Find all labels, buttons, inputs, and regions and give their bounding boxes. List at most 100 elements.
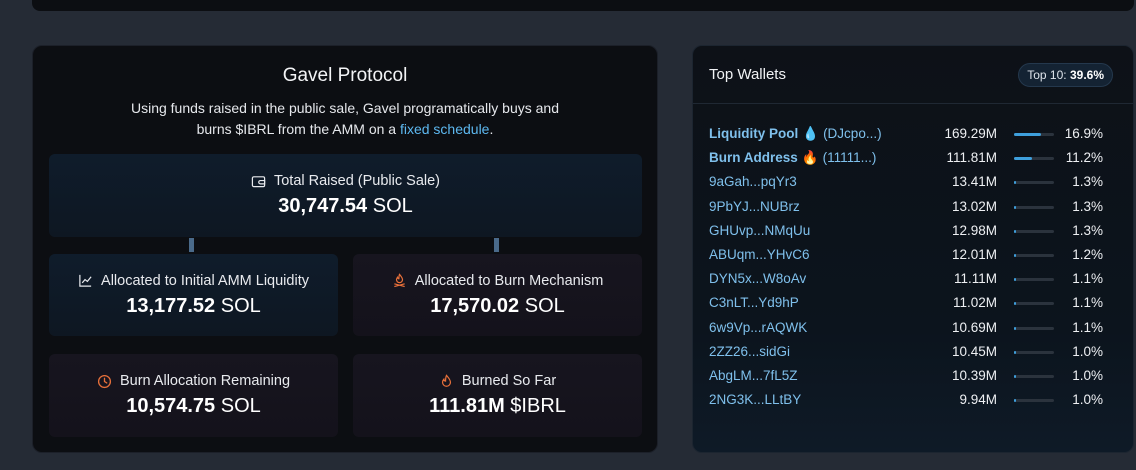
wallet-address-link[interactable]: 2ZZ26...sidGi [709,344,790,359]
amm-liquidity-unit: SOL [220,294,261,317]
amm-liquidity-card: Allocated to Initial AMM Liquidity 13,17… [49,254,338,336]
clock-icon [97,374,112,388]
wallet-row[interactable]: ABUqm...YHvC6 12.01M 1.2% [709,244,1111,268]
gavel-description: Using funds raised in the public sale, G… [113,98,577,140]
wallet-amount: 169.29M [944,126,997,141]
wallet-amount: 13.02M [951,198,997,214]
share-bar-fill [1014,181,1017,185]
burn-remaining-card: Burn Allocation Remaining 10,574.75 SOL [49,354,338,437]
wallet-icon [251,175,266,187]
burned-so-far-label: Burned So Far [461,373,557,389]
total-raised-card: Total Raised (Public Sale) 30,747.54 SOL [49,154,642,237]
burn-mechanism-unit: SOL [524,294,565,317]
share-bar [1014,399,1054,403]
wallet-percent: 11.2% [1065,150,1103,166]
share-bar [1014,326,1054,330]
amm-liquidity-value: 13,177.52 [126,294,216,317]
wallet-address-link[interactable]: C3nLT...Yd9hP [709,295,799,310]
burn-remaining-label: Burn Allocation Remaining [119,373,291,389]
wallet-address-link[interactable]: 6w9Vp...rAQWK [709,320,807,335]
wallet-address-link[interactable]: GHUvp...NMqUu [709,223,810,238]
wallet-name: Liquidity Pool [709,126,799,141]
wallet-amount: 10.45M [951,343,997,359]
wallet-row[interactable]: 9aGah...pqYr3 13.41M 1.3% [709,171,1111,195]
burn-mechanism-value: 17,570.02 [430,294,520,317]
top10-badge-label: Top 10: [1027,68,1067,82]
wallet-row[interactable]: GHUvp...NMqUu 12.98M 1.3% [709,220,1111,244]
droplet-emoji-icon: 💧 [802,126,820,141]
wallet-percent: 1.0% [1072,343,1103,359]
share-bar-fill [1014,253,1016,257]
burn-mechanism-label: Allocated to Burn Mechanism [414,272,604,289]
wallet-percent: 1.3% [1072,198,1103,214]
gavel-title: Gavel Protocol [282,65,408,86]
wallet-address-short: (11111...) [822,150,877,166]
wallet-address-link[interactable]: Burn Address 🔥 (11111...) [709,150,876,166]
total-raised-label: Total Raised (Public Sale) [273,173,441,189]
wallet-address-link[interactable]: 9aGah...pqYr3 [709,174,797,189]
share-bar [1014,181,1054,185]
wallet-percent: 1.2% [1072,246,1103,262]
wallet-row[interactable]: DYN5x...W8oAv 11.11M 1.1% [709,268,1111,292]
wallet-amount: 12.98M [951,222,997,238]
wallet-percent: 1.1% [1072,319,1103,335]
wallet-row[interactable]: 6w9Vp...rAQWK 10.69M 1.1% [709,317,1111,341]
wallet-row[interactable]: 2ZZ26...sidGi 10.45M 1.0% [709,341,1111,365]
share-bar-fill [1014,133,1042,136]
share-bar-fill [1014,350,1016,354]
top10-badge-value: 39.6% [1069,68,1104,82]
wallet-row[interactable]: C3nLT...Yd9hP 11.02M 1.1% [709,292,1111,316]
wallet-address-link[interactable]: Liquidity Pool 💧 (DJcpo...) [709,126,882,142]
wallet-address-link[interactable]: 2NG3K...LLtBY [709,392,801,407]
amm-liquidity-label: Allocated to Initial AMM Liquidity [101,272,309,289]
chart-line-icon [79,274,92,287]
share-bar-fill [1014,399,1016,403]
wallet-address-link[interactable]: DYN5x...W8oAv [709,271,806,286]
flame-icon [441,373,451,387]
share-bar [1014,157,1054,161]
wallet-amount: 10.69M [951,319,997,335]
fire-emoji-icon: 🔥 [801,150,819,166]
top-panel-edge [32,0,1134,11]
share-bar [1014,374,1054,378]
wallet-row[interactable]: 2NG3K...LLtBY 9.94M 1.0% [709,389,1111,413]
share-bar [1014,229,1054,233]
wallet-amount: 10.39M [951,367,997,383]
wallet-amount: 13.41M [951,174,997,190]
wallet-address-link[interactable]: 9PbYJ...NUBrz [709,199,800,214]
wallet-list: Liquidity Pool 💧 (DJcpo...) 169.29M 16.9% Bur… [709,123,1111,413]
fixed-schedule-link[interactable]: fixed schedule [400,121,490,137]
wallet-address-link[interactable]: ABUqm...YHvC6 [709,247,810,262]
total-raised-value: 30,747.54 [278,195,368,217]
share-bar-fill [1014,157,1032,161]
gavel-description-end: . [489,121,494,137]
burned-so-far-unit: $IBRL [510,395,566,417]
share-bar [1014,302,1054,306]
burned-so-far-value: 111.81M [429,395,505,417]
burned-so-far-card: Burned So Far 111.81M $IBRL [353,354,642,437]
wallet-address-link[interactable]: AbgLM...7fL5Z [709,368,798,383]
wallet-address-short: (DJcpo...) [823,126,882,141]
share-bar-fill [1014,326,1016,330]
share-bar-fill [1014,374,1016,378]
share-bar-fill [1014,229,1017,233]
wallet-row[interactable]: AbgLM...7fL5Z 10.39M 1.0% [709,365,1111,389]
top-wallets-panel: Top Wallets Top 10: 39.6% Liquidity Pool… [692,45,1134,453]
share-bar [1014,253,1054,257]
wallet-percent: 1.1% [1072,271,1103,287]
wallet-percent: 16.9% [1064,126,1103,141]
wallet-row[interactable]: 9PbYJ...NUBrz 13.02M 1.3% [709,196,1111,220]
connector-right [494,238,499,252]
share-bar [1014,278,1054,282]
wallet-name: Burn Address [709,150,798,166]
wallet-amount: 11.11M [953,271,997,287]
wallet-row[interactable]: Liquidity Pool 💧 (DJcpo...) 169.29M 16.9% [709,123,1111,147]
wallet-row[interactable]: Burn Address 🔥 (11111...) 111.81M 11.2% [709,147,1111,171]
wallet-percent: 1.0% [1072,367,1103,383]
wallet-amount: 11.02M [952,295,997,311]
wallet-amount: 12.01M [951,246,997,262]
wallet-amount: 111.81M [946,150,997,166]
burn-remaining-unit: SOL [220,395,261,417]
burn-mechanism-card: Allocated to Burn Mechanism 17,570.02 SO… [353,254,642,336]
top10-badge: Top 10: 39.6% [1018,63,1113,87]
